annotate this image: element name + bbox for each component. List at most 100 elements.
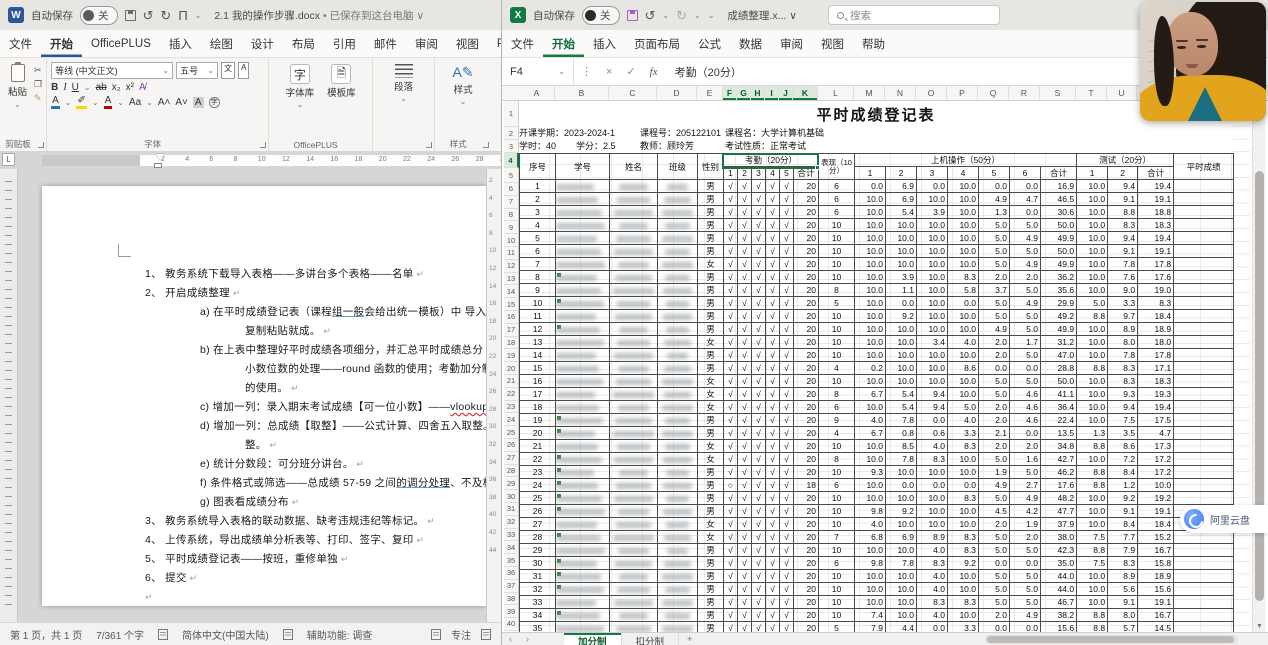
grade-row[interactable]: 22女√√√√√20810.07.88.310.05.01.642.710.07… [520,453,1234,466]
word-qat-overflow-icon[interactable]: ⌄ [195,11,202,20]
word-undo-icon[interactable]: ↺ [143,9,154,22]
excel-qat-overflow-icon[interactable]: ⌄ [708,11,715,20]
sheet-title[interactable]: 平时成绩登记表 [519,101,1233,127]
row-header-22[interactable]: 22 [504,388,519,401]
grade-row[interactable]: 25男√√√√√201010.010.010.08.35.04.948.210.… [520,492,1234,505]
vertical-ruler[interactable] [0,169,18,622]
clear-format-icon[interactable]: A̸ [139,82,146,93]
menu-tab-公式[interactable]: 公式 [689,30,730,57]
row-header-16[interactable]: 16 [504,311,519,324]
doc-line[interactable]: 1、 教务系统下载导入表格——多讲台多个表格——名单 ↵ [42,265,488,284]
superscript-button[interactable]: x² [126,82,134,93]
column-header-B[interactable]: B [555,86,609,100]
menu-tab-插入[interactable]: 插入 [160,30,201,57]
menu-tab-PDF[interactable]: PDF [488,30,502,57]
accessibility-status[interactable]: 辅助功能: 调查 [307,627,373,642]
sheet-nav-left-icon[interactable]: ‹ [502,633,519,645]
menu-tab-页面布局[interactable]: 页面布局 [625,30,689,57]
grade-row[interactable]: 35男√√√√√2057.94.40.03.30.00.015.68.85.71… [520,622,1234,633]
th-sub[interactable]: 4 [766,167,780,180]
menu-tab-插入[interactable]: 插入 [584,30,625,57]
th-sub[interactable]: 5 [780,167,794,180]
row-header-3[interactable]: 3 [504,140,519,153]
menu-tab-OfficePLUS[interactable]: OfficePLUS [82,30,160,57]
menu-tab-设计[interactable]: 设计 [242,30,283,57]
th-sub[interactable]: 合计 [1138,167,1174,180]
menu-tab-邮件[interactable]: 邮件 [365,30,406,57]
column-header-R[interactable]: R [1009,86,1040,100]
row-header-1[interactable]: 1 [504,101,519,127]
grade-row[interactable]: 17女√√√√√2086.75.49.410.05.04.641.110.09.… [520,388,1234,401]
menu-tab-文件[interactable]: 文件 [502,30,543,57]
namebox-menu-icon[interactable]: ⋮ [574,65,599,78]
column-header-I[interactable]: I [765,86,779,100]
word-equation-icon[interactable]: Π [178,9,187,22]
grade-row[interactable]: 5男√√√√√201010.010.010.010.05.04.949.910.… [520,232,1234,245]
grade-row[interactable]: 20男√√√√√2046.70.80.63.32.10.013.51.33.54… [520,427,1234,440]
row-header-24[interactable]: 24 [504,413,519,426]
template-library-button[interactable]: 🗎 模板库 [322,62,361,137]
column-header-N[interactable]: N [885,86,916,100]
read-mode-icon[interactable] [481,629,491,640]
row-header-17[interactable]: 17 [504,324,519,337]
column-header-J[interactable]: J [779,86,793,100]
th-sub[interactable]: 2 [1108,167,1138,180]
vertical-scrollbar[interactable]: ▲ ▼ [1252,101,1265,632]
column-header-S[interactable]: S [1040,86,1076,100]
th-test[interactable]: 测试（20分） [1077,154,1174,167]
style-button[interactable]: A✎ 样式⌄ [448,62,479,137]
row-header-26[interactable]: 26 [504,439,519,452]
document-page[interactable]: 1、 教务系统下载导入表格——多讲台多个表格——名单 ↵2、 开启成绩整理 ↵a… [42,186,488,606]
menu-tab-视图[interactable]: 视图 [812,30,853,57]
font-size-select[interactable]: 五号⌄ [176,62,218,79]
doc-line[interactable]: 2、 开启成绩整理 ↵ [42,284,488,303]
excel-undo-icon[interactable]: ↺ [645,9,656,22]
column-header-M[interactable]: M [854,86,885,100]
doc-line[interactable]: a) 在平时成绩登记表（课程组一般会给出统一模板）中 导入名 [42,303,488,322]
column-header-A[interactable]: A [519,86,555,100]
cancel-icon[interactable]: × [599,66,619,78]
doc-line[interactable]: 5、 平时成绩登记表——按班，重修单独 ↵ [42,550,488,569]
column-header-T[interactable]: T [1076,86,1107,100]
doc-line[interactable]: 的使用。 ↵ [42,379,488,398]
language-indicator[interactable]: 简体中文(中国大陆) [182,627,269,642]
row-header-10[interactable]: 10 [504,234,519,247]
row-header-5[interactable]: 5 [504,168,519,183]
row-header-36[interactable]: 36 [504,567,519,580]
shading-icon[interactable]: A [193,97,204,108]
th-sub[interactable]: 5 [979,167,1010,180]
paste-button[interactable]: 粘贴⌄ [4,62,31,137]
th-sex[interactable]: 性别 [698,154,724,180]
bold-button[interactable]: B [51,82,58,93]
paragraph-dialog-launcher-icon[interactable] [426,142,432,148]
grade-row[interactable]: 3男√√√√√20610.05.43.910.01.30.030.610.08.… [520,206,1234,219]
horizontal-scroll-thumb[interactable] [987,636,1234,643]
focus-mode[interactable]: 专注 [451,627,471,642]
horizontal-scrollbar[interactable] [985,635,1238,644]
format-painter-icon[interactable]: ✎ [34,93,42,104]
th-final[interactable]: 平时成绩 [1174,154,1234,180]
shrink-font-icon[interactable]: A˅ [175,97,188,108]
row-header-8[interactable]: 8 [504,209,519,222]
row-header-13[interactable]: 13 [504,273,519,286]
row-header-27[interactable]: 27 [504,452,519,465]
sheet-tab-扣分制[interactable]: 扣分制 [622,633,680,645]
grade-row[interactable]: 34男√√√√√20107.410.04.010.02.04.938.28.88… [520,609,1234,622]
clipboard-dialog-launcher-icon[interactable] [38,142,44,148]
proofing-icon[interactable] [158,629,168,640]
grade-row[interactable]: 29男√√√√√201010.010.04.08.35.05.042.38.87… [520,544,1234,557]
search-input[interactable]: 搜索 [828,5,1000,25]
excel-autosave-toggle[interactable]: 关 [582,6,620,25]
grade-row[interactable]: 2男√√√√√20610.06.910.010.04.94.746.510.09… [520,193,1234,206]
font-color-icon[interactable]: A [104,96,113,109]
tab-selector[interactable]: L [2,153,15,166]
word-count[interactable]: 7/361 个字 [96,627,144,642]
excel-redo-icon[interactable]: ↻ [676,9,687,22]
grade-row[interactable]: 16女√√√√√201010.010.010.010.05.05.050.010… [520,375,1234,388]
doc-line[interactable]: c) 增加一列：录入期末考试成绩【可一位小数】——vlookup、 [42,398,488,417]
grade-row[interactable]: 9男√√√√√20810.01.110.05.83.75.035.610.09.… [520,284,1234,297]
column-header-E[interactable]: E [697,86,723,100]
grade-row[interactable]: 27女√√√√√20104.010.010.010.02.01.937.910.… [520,518,1234,531]
cut-icon[interactable]: ✂ [34,65,42,76]
grade-row[interactable]: 18女√√√√√20610.05.49.45.02.04.636.410.09.… [520,401,1234,414]
